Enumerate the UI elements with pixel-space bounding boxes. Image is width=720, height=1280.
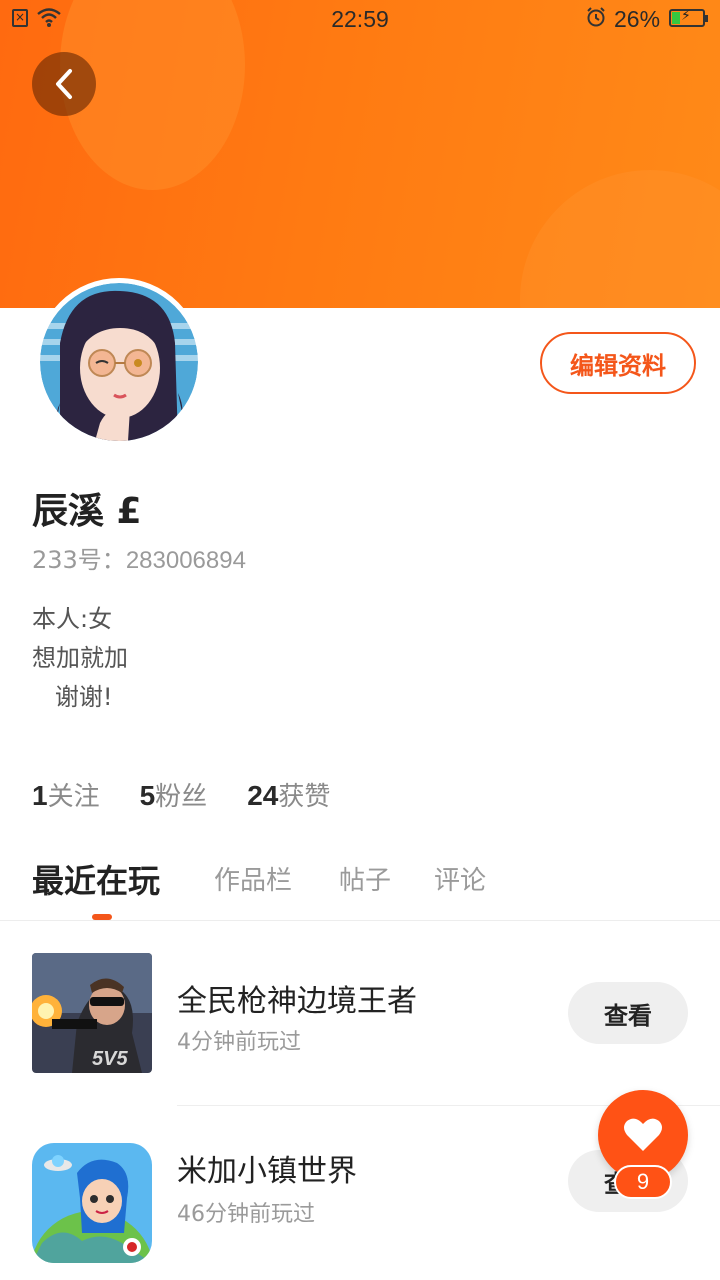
stat-following[interactable]: 1关注 — [32, 776, 100, 813]
user-id: 233号：283006894 — [32, 540, 246, 575]
tab-recently-played[interactable]: 最近在玩 — [32, 856, 160, 902]
back-button[interactable] — [32, 52, 96, 116]
stat-value: 24 — [247, 780, 279, 811]
stats-row: 1关注 5粉丝 24获赞 — [32, 776, 330, 813]
stat-value: 1 — [32, 780, 48, 811]
game-thumbnail — [32, 1143, 152, 1263]
edit-profile-button[interactable]: 编辑资料 — [540, 332, 696, 394]
active-tab-indicator — [92, 914, 112, 920]
avatar[interactable] — [35, 278, 203, 446]
heart-icon — [624, 1118, 662, 1151]
like-count-badge: 9 — [614, 1165, 672, 1199]
svg-text:5V5: 5V5 — [92, 1048, 128, 1070]
stat-label: 关注 — [47, 782, 100, 812]
stat-label: 粉丝 — [155, 782, 208, 812]
game-last-played: 4分钟前玩过 — [177, 1030, 301, 1055]
game-list-item[interactable]: 5V5 全民枪神边境王者 4分钟前玩过 查看 — [0, 922, 720, 1106]
nickname: 辰溪 £ — [32, 491, 142, 532]
charging-icon: ⚡ — [681, 8, 691, 24]
user-id-label: 233号： — [32, 546, 126, 574]
alarm-icon — [587, 7, 605, 27]
clock: 22:59 — [331, 6, 389, 32]
stat-followers[interactable]: 5粉丝 — [140, 776, 208, 813]
battery-percent: 26% — [614, 6, 661, 32]
stat-value: 5 — [139, 780, 156, 811]
game-icon: 5V5 — [32, 953, 152, 1073]
tab-works[interactable]: 作品栏 — [214, 860, 292, 897]
header-decoration — [520, 170, 720, 308]
game-name: 米加小镇世界 — [177, 1154, 357, 1189]
status-bar: × 22:59 26% ⚡ — [0, 0, 720, 40]
user-id-value: 283006894 — [125, 547, 246, 574]
battery-level — [672, 12, 681, 24]
game-icon — [32, 1143, 152, 1263]
bio: 本人:女 想加就加 谢谢! — [32, 605, 128, 711]
chevron-left-icon — [56, 69, 72, 99]
profile-tabs: 最近在玩 作品栏 帖子 评论 — [0, 846, 720, 921]
game-name: 全民枪神边境王者 — [177, 984, 417, 1019]
stat-likes[interactable]: 24获赞 — [247, 776, 330, 813]
view-button[interactable]: 查看 — [568, 982, 688, 1044]
game-thumbnail: 5V5 — [32, 953, 152, 1073]
avatar-image — [40, 283, 198, 441]
profile-header-background — [0, 0, 720, 308]
tab-posts[interactable]: 帖子 — [339, 860, 391, 897]
battery-icon: ⚡ — [669, 8, 708, 27]
game-last-played: 46分钟前玩过 — [177, 1202, 315, 1227]
stat-label: 获赞 — [278, 782, 331, 812]
tab-comments[interactable]: 评论 — [434, 860, 486, 897]
